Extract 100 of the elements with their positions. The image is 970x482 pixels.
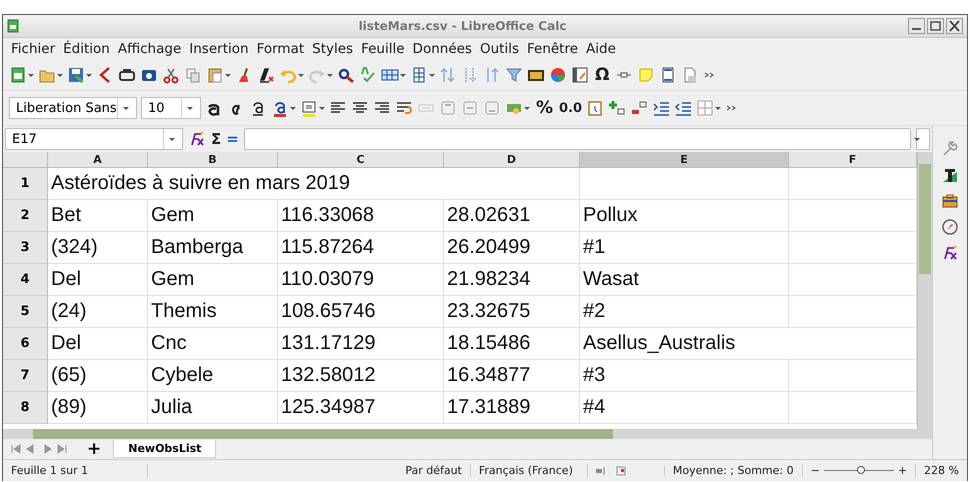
table-cell: 16.34877	[444, 360, 580, 392]
table-cell: Bet	[48, 200, 148, 232]
zoom-out-button[interactable]: −	[810, 464, 820, 477]
column-header[interactable]: E	[580, 152, 789, 168]
selection-mode-icon[interactable]	[596, 466, 606, 474]
row-header[interactable]: 4	[3, 264, 48, 296]
spellcheck-icon[interactable]	[359, 66, 377, 84]
row-header[interactable]: 8	[3, 392, 48, 424]
column-header[interactable]: A	[48, 152, 148, 168]
find-replace-icon[interactable]	[337, 66, 355, 84]
close-icon[interactable]	[946, 18, 963, 34]
table-cell: 110.03079	[278, 264, 444, 296]
spreadsheet-icon[interactable]	[9, 66, 27, 84]
date-icon[interactable]	[586, 99, 604, 117]
table-cell: Del	[48, 264, 148, 296]
table-cell: (324)	[48, 232, 148, 264]
row-header[interactable]: 7	[3, 360, 48, 392]
gallery-icon[interactable]	[941, 192, 959, 210]
functions-icon[interactable]	[941, 244, 959, 262]
number-format-button[interactable]: 0.0	[559, 100, 582, 116]
formula-button[interactable]: =	[226, 130, 239, 148]
row-header[interactable]: 6	[3, 328, 48, 360]
row-header[interactable]: 2	[3, 200, 48, 232]
menu-item[interactable]: Fichier	[7, 41, 60, 57]
chart-icon[interactable]	[549, 66, 567, 84]
font-size-field[interactable]: 10	[141, 97, 201, 119]
name-box[interactable]: E17	[5, 128, 183, 150]
table-cell: (65)	[48, 360, 148, 392]
menu-item[interactable]: Outils	[476, 41, 523, 57]
table-cell: 21.98234	[444, 264, 580, 296]
save-icon[interactable]	[67, 66, 85, 84]
highlight-color-icon[interactable]	[300, 99, 318, 117]
row-header[interactable]: 5	[3, 296, 48, 328]
table-cell: Cnc	[148, 328, 278, 360]
table-cell: Gem	[148, 200, 278, 232]
table-cell: Astéroïdes à suivre en mars 2019	[48, 168, 580, 200]
table-cell: 28.02631	[444, 200, 580, 232]
table-cell: 132.58012	[278, 360, 444, 392]
row-header[interactable]: 3	[3, 232, 48, 264]
delete-decimal-icon[interactable]	[630, 99, 648, 117]
table-cell: #4	[580, 392, 789, 424]
table-cell: Pollux	[580, 200, 789, 232]
table-cell: 108.65746	[278, 296, 444, 328]
table-cell: Asellus_Australis	[580, 328, 917, 360]
styles-icon[interactable]	[941, 166, 959, 184]
app-icon	[7, 19, 19, 33]
formula-input-field[interactable]	[244, 128, 911, 150]
horizontal-scrollbar[interactable]	[3, 429, 932, 439]
font-color-icon[interactable]	[271, 99, 289, 117]
table-cell: Bamberga	[148, 232, 278, 264]
menu-item[interactable]: Styles	[308, 41, 358, 57]
expand-formula-button[interactable]	[916, 128, 930, 150]
clear-format-icon[interactable]	[257, 66, 275, 84]
menu-item[interactable]: Insertion	[185, 41, 253, 57]
table-cell: Cybele	[148, 360, 278, 392]
menu-item[interactable]: Feuille	[357, 41, 409, 57]
menu-item[interactable]: Format	[252, 41, 308, 57]
menu-item[interactable]: Données	[408, 41, 476, 57]
table-cell: (89)	[48, 392, 148, 424]
selection-summary: Moyenne: ; Somme: 0	[664, 464, 803, 477]
filter-icon[interactable]	[505, 66, 523, 84]
navigator-icon[interactable]	[941, 218, 959, 236]
column-header[interactable]: D	[444, 152, 580, 168]
special-character-button[interactable]: Ω	[593, 65, 612, 85]
table-cell: #3	[580, 360, 789, 392]
sum-button[interactable]: Σ	[211, 130, 222, 148]
menu-item[interactable]: Affichage	[114, 41, 186, 57]
cut-icon[interactable]	[162, 66, 180, 84]
menu-item[interactable]: Édition	[59, 41, 114, 57]
table-cell: Wasat	[580, 264, 789, 296]
sheet-count: Feuille 1 sur 1	[3, 464, 148, 477]
maximize-icon[interactable]	[927, 18, 944, 34]
add-decimal-icon[interactable]	[608, 99, 626, 117]
sheet-tab[interactable]: NewObsList	[113, 440, 216, 458]
zoom-in-button[interactable]: +	[898, 464, 908, 477]
minimize-icon[interactable]	[908, 18, 925, 34]
table-cell: Julia	[148, 392, 278, 424]
vertical-scrollbar[interactable]	[917, 152, 932, 429]
row-header[interactable]: 1	[3, 168, 48, 200]
function-wizard-icon[interactable]	[188, 130, 206, 148]
table-cell: 17.31889	[444, 392, 580, 424]
menu-item[interactable]: Aide	[582, 41, 620, 57]
table-cell: 23.32675	[444, 296, 580, 328]
table-cell: Themis	[148, 296, 278, 328]
menu-item[interactable]: Fenêtre	[522, 41, 582, 57]
column-header[interactable]: B	[148, 152, 278, 168]
table-cell: (24)	[48, 296, 148, 328]
table-cell: #2	[580, 296, 789, 328]
table-cell: Gem	[148, 264, 278, 296]
paste-icon[interactable]	[206, 66, 224, 84]
font-name-field[interactable]: Liberation Sans	[9, 97, 137, 119]
print-icon[interactable]	[118, 66, 136, 84]
column-header[interactable]: C	[278, 152, 444, 168]
window-title: listeMars.csv - LibreOffice Calc	[358, 19, 568, 33]
zoom-level: 228 %	[923, 464, 960, 477]
add-sheet-button[interactable]: +	[87, 439, 102, 459]
page-style: Par défaut	[397, 464, 471, 477]
column-header[interactable]: F	[789, 152, 917, 168]
percent-button[interactable]: %	[534, 98, 556, 118]
table-cell: 125.34987	[278, 392, 444, 424]
